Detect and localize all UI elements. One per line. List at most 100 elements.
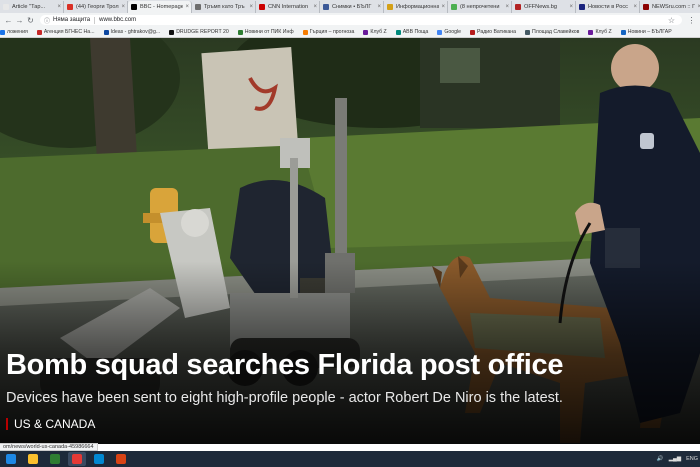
bookmark-favicon-icon — [103, 29, 109, 35]
tab-title: Информационна — [396, 4, 440, 10]
bookmark-label: Клуб Z — [595, 29, 612, 35]
browser-toolbar: ← → ↻ ⓘ Няма защита www.bbc.com ☆ ⋮ — [0, 13, 700, 27]
status-url: om/news/world-us-canada-45986664 — [0, 443, 98, 451]
tab-close-icon[interactable]: × — [633, 4, 637, 10]
tab-favicon-icon — [67, 4, 73, 10]
tab-close-icon[interactable]: × — [377, 4, 381, 10]
tab-close-icon[interactable]: × — [185, 4, 189, 10]
forward-icon[interactable]: → — [14, 15, 25, 26]
bookmark-item[interactable]: Агенция БГНЕС На... — [36, 29, 95, 35]
tab-title: Снимки • БЪЛГ — [332, 4, 372, 10]
excel-taskbar-icon[interactable] — [46, 452, 64, 466]
media-icon — [116, 454, 126, 464]
status-bar: om/news/world-us-canada-45986664 — [0, 443, 700, 451]
bookmark-label: ложения — [7, 29, 28, 35]
browser-tab[interactable]: (8 непрочетени × — [448, 1, 512, 13]
tab-favicon-icon — [259, 4, 265, 10]
browser-tab[interactable]: Новости в Росс × — [576, 1, 640, 13]
back-icon[interactable]: ← — [3, 15, 14, 26]
tab-title: Новости в Росс — [588, 4, 628, 10]
tab-favicon-icon — [451, 4, 457, 10]
bookmark-favicon-icon — [437, 29, 443, 35]
browser-tab[interactable]: Снимки • БЪЛГ × — [320, 1, 384, 13]
browser-tab[interactable]: Тръмп като Тръ × — [192, 1, 256, 13]
chrome-taskbar-icon[interactable] — [68, 452, 86, 466]
section-label: US & CANADA — [14, 417, 96, 431]
network-icon[interactable]: ▂▄▆ — [669, 456, 681, 462]
bookmark-item[interactable]: ложения — [0, 29, 28, 35]
bookmark-item[interactable]: Радио Ватикана — [470, 29, 516, 35]
browser-tab[interactable]: (44) Георги Трол × — [64, 1, 128, 13]
browser-tab[interactable]: BBC - Homepage × — [128, 1, 192, 13]
bookmark-favicon-icon — [0, 29, 5, 35]
bookmark-item[interactable]: Гърция – прогноза — [302, 29, 355, 35]
tab-close-icon[interactable]: × — [441, 4, 445, 10]
bookmark-item[interactable]: АВВ Поща — [395, 29, 429, 35]
bookmark-favicon-icon — [169, 29, 175, 35]
start-taskbar-icon[interactable] — [2, 452, 20, 466]
browser-tab[interactable]: CNN Internation × — [256, 1, 320, 13]
browser-tab[interactable]: OFFNews.bg × — [512, 1, 576, 13]
screen: Article "Тар... × (44) Георги Трол × BBC - H… — [0, 0, 700, 467]
tab-favicon-icon — [3, 4, 9, 10]
tab-close-icon[interactable]: × — [505, 4, 509, 10]
tab-close-icon[interactable]: × — [249, 4, 253, 10]
tab-close-icon[interactable]: × — [569, 4, 573, 10]
bookmark-favicon-icon — [525, 29, 530, 35]
bookmark-item[interactable]: Google — [437, 29, 461, 35]
bookmark-item[interactable]: Клуб Z — [588, 29, 612, 35]
tab-favicon-icon — [643, 4, 649, 10]
article-summary: Devices have been sent to eight high-pro… — [6, 390, 563, 406]
language-indicator[interactable]: ENG — [686, 456, 698, 462]
section-marker — [6, 418, 8, 430]
bookmark-item[interactable]: Ideas - ghtrakov@g... — [103, 29, 161, 35]
bookmark-favicon-icon — [470, 29, 476, 35]
browser-tab[interactable]: Информационна × — [384, 1, 448, 13]
reload-icon[interactable]: ↻ — [25, 15, 36, 26]
bookmark-item[interactable]: DRUDGE REPORT 20 — [169, 29, 229, 35]
headline-link[interactable]: Bomb squad searches Florida post office — [6, 349, 563, 382]
bookmark-item[interactable]: Новини – БЪЛГАР — [620, 29, 672, 35]
browser-tab[interactable]: Article "Тар... × — [0, 1, 64, 13]
security-label: Няма защита — [53, 17, 91, 23]
tab-title: (44) Георги Трол — [76, 4, 119, 10]
tab-close-icon[interactable]: × — [313, 4, 317, 10]
bookmark-label: Гърция – прогноза — [309, 29, 355, 35]
tab-close-icon[interactable]: × — [57, 4, 61, 10]
bookmark-label: Ideas - ghtrakov@g... — [110, 29, 161, 35]
bookmark-item[interactable]: Новини от ПИК Инф — [237, 29, 294, 35]
tab-favicon-icon — [131, 4, 137, 10]
bookmark-favicon-icon — [620, 29, 626, 35]
bookmark-favicon-icon — [302, 29, 308, 35]
tab-close-icon[interactable]: × — [121, 4, 125, 10]
info-icon[interactable]: ⓘ — [44, 16, 50, 25]
section-link[interactable]: US & CANADA — [6, 417, 95, 431]
chrome-icon — [72, 454, 82, 464]
hero-gradient — [0, 38, 700, 444]
url-text[interactable]: www.bbc.com — [99, 17, 136, 23]
bookmark-label: Клуб Z — [370, 29, 387, 35]
bookmark-favicon-icon — [363, 29, 369, 35]
bookmarks-bar: ложения Агенция БГНЕС На... Ideas - ghtrak… — [0, 27, 700, 38]
bookmark-label: DRUDGE REPORT 20 — [176, 29, 229, 35]
tab-title: Тръмп като Тръ — [204, 4, 245, 10]
hero-story[interactable]: Bomb squad searches Florida post office … — [0, 38, 700, 444]
volume-icon[interactable]: 🔊 — [657, 456, 664, 462]
bookmark-label: Радио Ватикана — [477, 29, 516, 35]
skype-taskbar-icon[interactable] — [90, 452, 108, 466]
menu-icon[interactable]: ⋮ — [686, 15, 697, 26]
bookmark-label: Google — [444, 29, 462, 35]
bookmark-favicon-icon — [237, 29, 243, 35]
address-bar[interactable]: ⓘ Няма защита www.bbc.com ☆ — [40, 15, 682, 25]
bookmark-label: Новини от ПИК Инф — [244, 29, 294, 35]
bookmark-star-icon[interactable]: ☆ — [668, 16, 675, 25]
bookmark-label: АВВ Поща — [402, 29, 429, 35]
bookmark-item[interactable]: Площад Славейков — [525, 29, 579, 35]
media-taskbar-icon[interactable] — [112, 452, 130, 466]
bookmark-item[interactable]: Клуб Z — [363, 29, 387, 35]
file-explorer-taskbar-icon[interactable] — [24, 452, 42, 466]
divider — [94, 16, 96, 24]
browser-tab[interactable]: NEWSru.com :: Г× — [640, 1, 700, 13]
bookmark-label: Новини – БЪЛГАР — [627, 29, 672, 35]
tab-title: BBC - Homepage — [140, 4, 184, 10]
